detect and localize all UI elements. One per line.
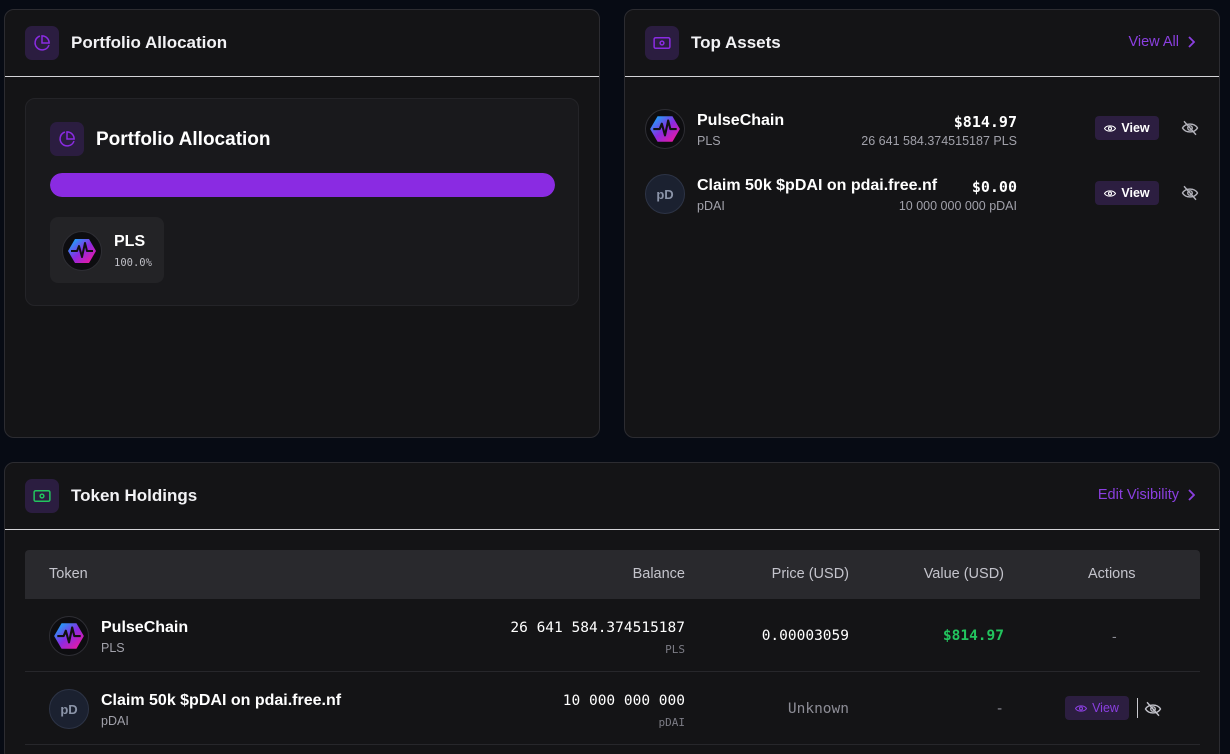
token-placeholder-icon: pD	[49, 689, 89, 729]
asset-symbol: PLS	[697, 134, 721, 148]
portfolio-allocation-header: Portfolio Allocation	[5, 10, 599, 77]
wallet-icon	[645, 26, 679, 60]
allocation-bar-fill	[50, 173, 555, 197]
edit-visibility-link[interactable]: Edit Visibility	[1098, 487, 1195, 503]
asset-value: $0.00	[971, 178, 1017, 196]
view-button-label: View	[1121, 121, 1150, 135]
eye-off-icon[interactable]	[1144, 700, 1162, 718]
view-button-label: View	[1121, 186, 1150, 200]
table-row[interactable]: pD Claim 50k $pDAI on pdai.free.nf pDAI …	[25, 672, 1200, 745]
pulsechain-logo-icon	[645, 109, 685, 149]
token-balance-symbol: pDAI	[658, 716, 686, 729]
allocation-item-percent: 100.0%	[114, 257, 152, 269]
allocation-panel: Portfolio Allocation PLS 100.0%	[25, 98, 579, 306]
asset-name: Claim 50k $pDAI on pdai.free.nf	[697, 177, 938, 194]
view-button[interactable]: View	[1065, 696, 1129, 720]
eye-icon	[1104, 124, 1117, 132]
token-actions-empty: -	[1112, 628, 1117, 644]
token-symbol: PLS	[101, 641, 125, 655]
column-header-balance[interactable]: Balance	[633, 566, 685, 582]
allocation-panel-title: Portfolio Allocation	[96, 129, 271, 150]
column-header-token[interactable]: Token	[49, 566, 88, 582]
token-holdings-header: Token Holdings Edit Visibility	[5, 463, 1219, 530]
token-name: PulseChain	[101, 619, 189, 636]
token-price: Unknown	[787, 701, 849, 717]
portfolio-allocation-card: Portfolio Allocation Portfolio Allocatio…	[4, 9, 600, 438]
eye-off-icon[interactable]	[1181, 184, 1199, 202]
token-value: -	[995, 701, 1004, 717]
top-assets-header: Top Assets View All	[625, 10, 1219, 77]
column-header-actions: Actions	[1088, 566, 1136, 582]
token-price: 0.00003059	[761, 628, 849, 644]
card-title: Portfolio Allocation	[71, 33, 228, 52]
card-title: Token Holdings	[71, 486, 198, 505]
edit-visibility-label: Edit Visibility	[1097, 487, 1179, 503]
pulsechain-logo-icon	[62, 231, 102, 271]
chevron-right-icon	[1188, 36, 1195, 48]
pie-chart-icon	[25, 26, 59, 60]
allocation-item-pls[interactable]: PLS 100.0%	[50, 217, 164, 283]
token-balance: 10 000 000 000	[562, 693, 685, 709]
asset-balance: 26 641 584.374515187 PLS	[861, 134, 1017, 148]
action-divider	[1137, 698, 1138, 718]
column-header-value[interactable]: Value (USD)	[924, 566, 1004, 582]
token-placeholder-icon: pD	[645, 174, 685, 214]
table-row[interactable]: PulseChain PLS 26 641 584.374515187 PLS …	[25, 599, 1200, 672]
allocation-bar	[50, 173, 555, 197]
asset-name: PulseChain	[697, 112, 785, 129]
column-header-price[interactable]: Price (USD)	[772, 566, 849, 582]
card-title: Top Assets	[691, 33, 781, 52]
view-button[interactable]: View	[1095, 181, 1159, 205]
view-all-label: View All	[1128, 34, 1179, 50]
view-all-link[interactable]: View All	[1128, 34, 1195, 50]
token-balance-symbol: PLS	[665, 643, 685, 656]
token-balance: 26 641 584.374515187	[510, 620, 685, 636]
asset-value: $814.97	[953, 113, 1017, 131]
token-symbol: pDAI	[101, 714, 129, 728]
table-header: Token Balance Price (USD) Value (USD) Ac…	[25, 550, 1200, 599]
top-asset-row[interactable]: pD Claim 50k $pDAI on pdai.free.nf pDAI …	[645, 174, 1201, 218]
eye-icon	[1075, 704, 1088, 712]
eye-off-icon[interactable]	[1181, 119, 1199, 137]
view-button-label: View	[1092, 701, 1119, 715]
token-holdings-card: Token Holdings Edit Visibility Token Bal…	[4, 462, 1220, 754]
allocation-item-symbol: PLS	[114, 233, 146, 250]
asset-symbol: pDAI	[697, 199, 725, 213]
eye-icon	[1104, 189, 1117, 197]
token-value: $814.97	[942, 628, 1004, 644]
token-name: Claim 50k $pDAI on pdai.free.nf	[101, 692, 342, 709]
top-assets-card: Top Assets View All PulseChain PLS $814.…	[624, 9, 1220, 438]
cash-icon	[25, 479, 59, 513]
pulsechain-logo-icon	[49, 616, 89, 656]
chevron-right-icon	[1188, 489, 1195, 501]
top-asset-row[interactable]: PulseChain PLS $814.97 26 641 584.374515…	[645, 109, 1201, 153]
asset-balance: 10 000 000 000 pDAI	[898, 199, 1017, 213]
pie-chart-icon	[50, 122, 84, 156]
view-button[interactable]: View	[1095, 116, 1159, 140]
